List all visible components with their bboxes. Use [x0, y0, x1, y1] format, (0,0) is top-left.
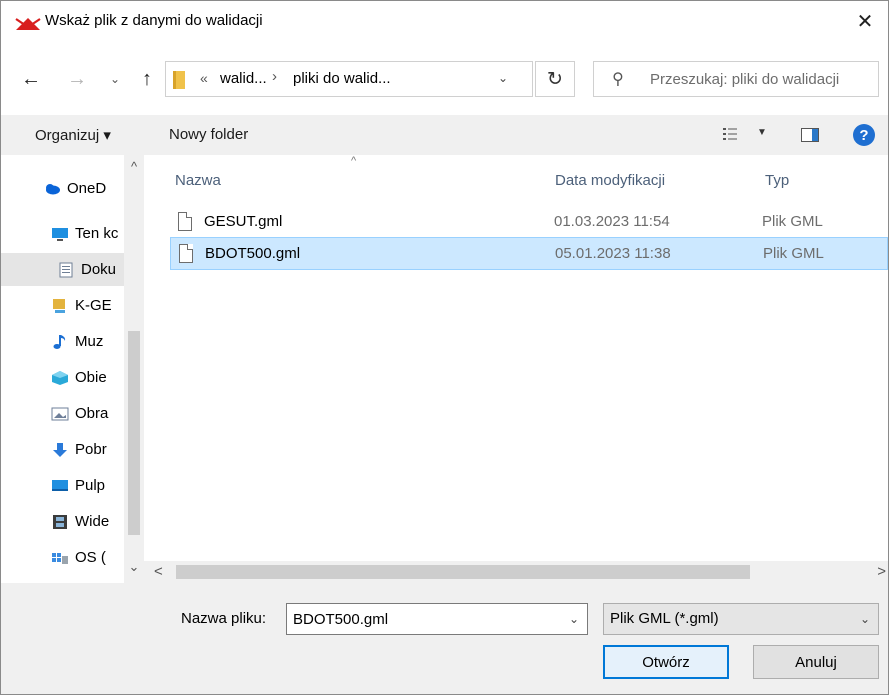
dialog-footer: Nazwa pliku: ⌄ Plik GML (*.gml) ⌄ Otwórz… [1, 583, 888, 694]
open-button[interactable]: Otwórz [603, 645, 729, 679]
downloads-icon [53, 442, 67, 457]
breadcrumb-pliki[interactable]: pliki do walid... [293, 70, 391, 87]
nav-item-label: OS ( [75, 549, 106, 566]
cancel-button[interactable]: Anuluj [753, 645, 879, 679]
pictures-icon [51, 407, 69, 420]
nav-item-onedrive[interactable]: OneD [1, 172, 124, 205]
refresh-button[interactable]: ↻ [535, 61, 575, 97]
file-icon [178, 212, 192, 231]
file-list[interactable]: Nazwa ^ Data modyfikacji Typ GESUT.gml 0… [144, 155, 888, 561]
filename-input[interactable] [293, 604, 553, 634]
folder-icon [173, 71, 185, 89]
onedrive-cloud-icon [46, 183, 60, 194]
chevron-down-icon: ⌄ [859, 612, 870, 626]
scroll-down-arrow[interactable]: ⌄ [124, 559, 144, 575]
file-list-horizontal-scrollbar[interactable]: < > [144, 561, 888, 583]
file-type-filter-select[interactable]: Plik GML (*.gml) ⌄ [603, 603, 879, 635]
file-row-selected[interactable]: BDOT500.gml 05.01.2023 11:38 Plik GML [170, 237, 888, 270]
column-header-type[interactable]: Typ [765, 172, 789, 189]
os-drive-icon [52, 552, 68, 564]
nav-item-label: Obra [75, 405, 109, 422]
nav-item-downloads[interactable]: Pobr [1, 433, 124, 466]
scroll-thumb[interactable] [128, 331, 140, 535]
filename-combobox[interactable]: ⌄ [286, 603, 588, 635]
nav-item-label: OneD [67, 180, 107, 197]
navigation-row: ← → ⌄ ↑ « walid... › pliki do walid... ⌄… [1, 61, 888, 99]
filename-label: Nazwa pliku: [181, 610, 267, 627]
file-type: Plik GML [763, 245, 824, 262]
nav-item-os-drive[interactable]: OS ( [1, 541, 124, 574]
nav-pane-scrollbar[interactable]: ^ ⌄ [124, 155, 144, 583]
nav-item-music[interactable]: Muz [1, 325, 124, 358]
file-name: BDOT500.gml [205, 245, 301, 262]
sort-ascending-icon: ^ [351, 155, 357, 167]
scroll-left-arrow[interactable]: < [154, 563, 163, 580]
forward-button[interactable]: → [63, 63, 91, 95]
desktop-icon [52, 479, 68, 491]
nav-item-label: Ten kc [75, 225, 119, 242]
documents-icon [59, 262, 73, 277]
search-box[interactable]: ⚲ [593, 61, 879, 97]
title-bar[interactable]: Wskaż plik z danymi do walidacji ✕ [1, 1, 888, 41]
address-bar[interactable]: « walid... › pliki do walid... ⌄ [165, 61, 533, 97]
nav-item-videos[interactable]: Wide [1, 505, 124, 538]
back-button[interactable]: ← [17, 63, 45, 95]
column-header-date[interactable]: Data modyfikacji [555, 172, 665, 189]
file-row[interactable]: GESUT.gml 01.03.2023 11:54 Plik GML [170, 206, 888, 239]
dialog-title: Wskaż plik z danymi do walidacji [45, 12, 263, 29]
nav-item-pictures[interactable]: Obra [1, 397, 124, 430]
preview-pane-icon[interactable] [801, 128, 819, 142]
view-details-icon[interactable] [723, 127, 737, 141]
new-folder-button[interactable]: Nowy folder [169, 126, 248, 143]
command-bar: Organizuj ▾ Nowy folder ▼ ? [1, 115, 888, 155]
file-icon [179, 244, 193, 263]
music-icon [53, 334, 66, 349]
file-type-filter-value: Plik GML (*.gml) [610, 610, 719, 627]
scroll-thumb[interactable] [176, 565, 750, 579]
nav-item-label: Muz [75, 333, 104, 350]
videos-icon [53, 514, 67, 529]
column-header-name[interactable]: Nazwa [175, 172, 221, 189]
address-dropdown-button[interactable]: ⌄ [498, 71, 508, 85]
recent-locations-button[interactable]: ⌄ [101, 63, 129, 95]
this-pc-icon [52, 227, 68, 241]
help-icon[interactable]: ? [853, 124, 875, 146]
scroll-right-arrow[interactable]: > [877, 563, 886, 580]
nav-item-desktop[interactable]: Pulp [1, 469, 124, 502]
chevron-right-icon[interactable]: › [272, 68, 277, 85]
nav-item-documents[interactable]: Doku [1, 253, 124, 286]
breadcrumb-walid[interactable]: walid... [220, 70, 267, 87]
nav-item-3d-objects[interactable]: Obie [1, 361, 124, 394]
nav-item-label: Doku [81, 261, 117, 278]
up-button[interactable]: ↑ [133, 63, 161, 95]
nav-item-label: K-GE [75, 297, 112, 314]
nav-item-k-ge[interactable]: K-GE [1, 289, 124, 322]
scroll-up-arrow[interactable]: ^ [124, 159, 144, 174]
overflow-chevron[interactable]: « [200, 70, 208, 86]
view-dropdown-button[interactable]: ▼ [757, 127, 767, 138]
search-icon: ⚲ [612, 71, 624, 88]
nav-item-this-pc[interactable]: Ten kc [1, 217, 124, 250]
nav-item-label: Pulp [75, 477, 106, 494]
3d-objects-icon [52, 370, 68, 385]
nav-item-label: Wide [75, 513, 110, 530]
file-open-dialog: Wskaż plik z danymi do walidacji ✕ ← → ⌄… [0, 0, 889, 695]
close-button[interactable]: ✕ [842, 1, 888, 41]
navigation-pane[interactable]: OneD Ten kc Doku K-GE Muz Obie Obra Pobr… [1, 155, 144, 583]
file-type: Plik GML [762, 213, 823, 230]
nav-item-label: Pobr [75, 441, 107, 458]
file-date: 01.03.2023 11:54 [554, 213, 670, 230]
nav-item-label: Obie [75, 369, 107, 386]
search-input[interactable] [650, 62, 876, 96]
organize-button[interactable]: Organizuj ▾ [35, 126, 111, 144]
red-envelope-icon [15, 18, 41, 30]
column-header-label: Nazwa [175, 172, 221, 189]
network-drive-icon [53, 298, 65, 313]
file-date: 05.01.2023 11:38 [555, 245, 671, 262]
file-name: GESUT.gml [204, 213, 283, 230]
chevron-down-icon[interactable]: ⌄ [569, 612, 579, 626]
